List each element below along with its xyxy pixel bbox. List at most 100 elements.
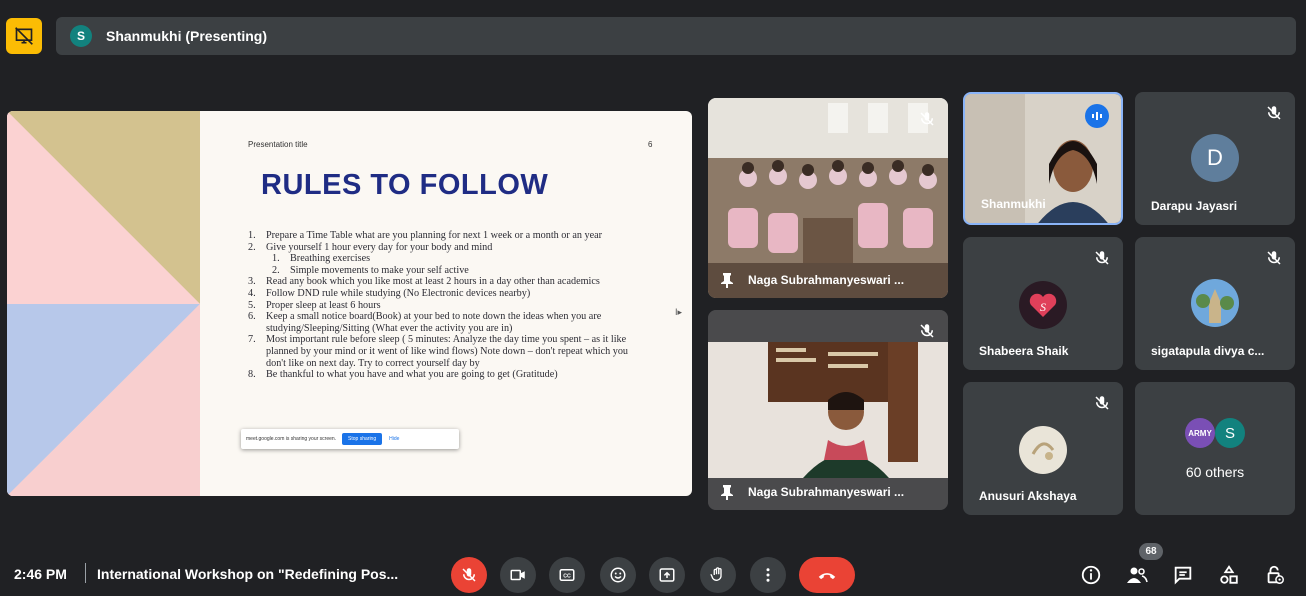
avatar: [1191, 279, 1239, 327]
rule-item: 3. Read any book which you like most at l…: [248, 276, 638, 288]
mic-off-icon: [920, 324, 934, 338]
end-call-icon: [818, 573, 836, 580]
camera-icon: [510, 569, 525, 581]
meeting-details-button[interactable]: [1078, 562, 1104, 588]
rule-text: Give yourself 1 hour every day for your …: [266, 241, 493, 253]
avatar: S: [1019, 281, 1067, 329]
share-notice-text: meet.google.com is sharing your screen.: [246, 436, 337, 442]
captions-button[interactable]: CC: [549, 557, 585, 593]
present-now-button[interactable]: [649, 557, 685, 593]
mic-off-icon: [1095, 396, 1109, 410]
info-icon: [1081, 565, 1101, 585]
participant-count-badge: 68: [1139, 543, 1163, 560]
camera-toggle-button[interactable]: [500, 557, 536, 593]
rule-text: Follow DND rule while studying (No Elect…: [266, 287, 531, 299]
participant-name: Shabeera Shaik: [979, 344, 1069, 358]
rule-item: 4. Follow DND rule while studying (No Ele…: [248, 288, 638, 300]
participant-tile-darapu[interactable]: D Darapu Jayasri: [1135, 92, 1295, 225]
avatar: D: [1191, 134, 1239, 182]
slide-page-number: 6: [648, 140, 653, 149]
presenter-bar: S Shanmukhi (Presenting): [56, 17, 1296, 55]
emoji-reactions-button[interactable]: [600, 557, 636, 593]
more-vert-icon: [766, 568, 770, 582]
meeting-title: International Workshop on "Redefining Po…: [97, 566, 399, 582]
rule-text: Breathing exercises: [290, 253, 371, 265]
present-off-icon: [15, 27, 33, 45]
participant-name: Anusuri Akshaya: [979, 489, 1077, 503]
mic-toggle-button[interactable]: [451, 557, 487, 593]
pin-icon: [721, 273, 733, 288]
slide-decoration: [7, 111, 200, 496]
raise-hand-button[interactable]: [700, 557, 736, 593]
rule-item: 5. Proper sleep at least 6 hours: [248, 300, 638, 312]
rule-number: 2.: [272, 264, 280, 276]
emoji-icon: [610, 567, 626, 583]
sub-rule-item: 2. Simple movements to make your self act…: [248, 265, 638, 277]
stop-sharing-button[interactable]: Stop sharing: [342, 433, 383, 445]
participant-tile-teacher[interactable]: Naga Subrahmanyeswari ...: [708, 310, 948, 510]
rule-text: Simple movements to make your self activ…: [290, 264, 469, 276]
rule-item: 1. Prepare a Time Table what are you plan…: [248, 230, 638, 242]
presentation-slide[interactable]: Presentation title 6 RULES TO FOLLOW 1. P…: [7, 111, 692, 496]
rule-number: 2.: [248, 241, 256, 253]
svg-text:CC: CC: [563, 574, 571, 580]
svg-text:S: S: [1040, 300, 1046, 314]
participant-tile-shabeera[interactable]: S Shabeera Shaik: [963, 237, 1123, 370]
people-button[interactable]: [1124, 562, 1150, 588]
rule-text: Keep a small notice board(Book) at your …: [266, 311, 602, 334]
chat-icon: [1174, 566, 1192, 585]
hide-notice-button[interactable]: Hide: [389, 436, 399, 442]
avatar: [1019, 426, 1067, 474]
presenter-avatar: S: [70, 25, 92, 47]
participant-name: Shanmukhi: [981, 197, 1046, 211]
rule-number: 6.: [248, 311, 256, 323]
rule-number: 7.: [248, 334, 256, 346]
activities-button[interactable]: [1216, 562, 1242, 588]
mic-off-icon: [1095, 251, 1109, 265]
presenter-label: Shanmukhi (Presenting): [106, 28, 268, 44]
slide-heading: RULES TO FOLLOW: [261, 169, 549, 201]
rule-text: Prepare a Time Table what are you planni…: [266, 230, 603, 241]
rule-number: 1.: [272, 253, 280, 265]
rule-text: Most important rule before sleep ( 5 min…: [266, 334, 629, 369]
host-controls-button[interactable]: [1262, 562, 1288, 588]
unpin-presentation-button[interactable]: [6, 18, 42, 54]
speaking-indicator-icon: [1085, 104, 1109, 128]
host-controls-icon: [1267, 565, 1284, 584]
participant-name: sigatapula divya c...: [1151, 344, 1265, 358]
rule-item: 2. Give yourself 1 hour every day for you…: [248, 242, 638, 254]
rules-list: 1. Prepare a Time Table what are you plan…: [248, 230, 638, 381]
video-feed-teacher: [708, 310, 948, 510]
avatar: S: [1215, 418, 1245, 448]
rule-number: 5.: [248, 299, 256, 311]
rule-text: Be thankful to what you have and what yo…: [266, 369, 558, 381]
participant-name: Darapu Jayasri: [1151, 199, 1238, 213]
more-options-button[interactable]: [750, 557, 786, 593]
participant-tile-sigatapula[interactable]: sigatapula divya c...: [1135, 237, 1295, 370]
sub-rule-item: 1. Breathing exercises: [248, 253, 638, 265]
mic-off-icon: [920, 112, 934, 126]
leave-call-button[interactable]: [799, 557, 855, 593]
rule-number: 3.: [248, 276, 256, 288]
participant-tile-anusuri[interactable]: Anusuri Akshaya: [963, 382, 1123, 515]
raise-hand-icon: [710, 567, 722, 581]
participant-tile-others[interactable]: ARMY S 60 others: [1135, 382, 1295, 515]
meeting-clock: 2:46 PM: [14, 566, 67, 582]
mic-off-icon: [1267, 106, 1281, 120]
slide-meta-title: Presentation title: [248, 140, 308, 149]
mic-off-icon: [462, 568, 476, 582]
rule-number: 1.: [248, 230, 256, 241]
chat-button[interactable]: [1170, 562, 1196, 588]
avatar-army: ARMY: [1185, 418, 1215, 448]
cursor-icon: I▸: [675, 307, 683, 317]
activities-icon: [1220, 565, 1238, 584]
participant-tile-classroom[interactable]: Naga Subrahmanyeswari ...: [708, 98, 948, 298]
rule-text: Proper sleep at least 6 hours: [266, 299, 381, 311]
rule-text: Read any book which you like most at lea…: [266, 276, 600, 288]
screen-share-notice: meet.google.com is sharing your screen. …: [241, 429, 459, 449]
participant-tile-shanmukhi[interactable]: Shanmukhi: [963, 92, 1123, 225]
rule-item: 6. Keep a small notice board(Book) at you…: [248, 311, 638, 334]
participant-name: Naga Subrahmanyeswari ...: [748, 273, 905, 287]
mic-off-icon: [1267, 251, 1281, 265]
avatar-tag: ARMY: [1188, 428, 1212, 438]
